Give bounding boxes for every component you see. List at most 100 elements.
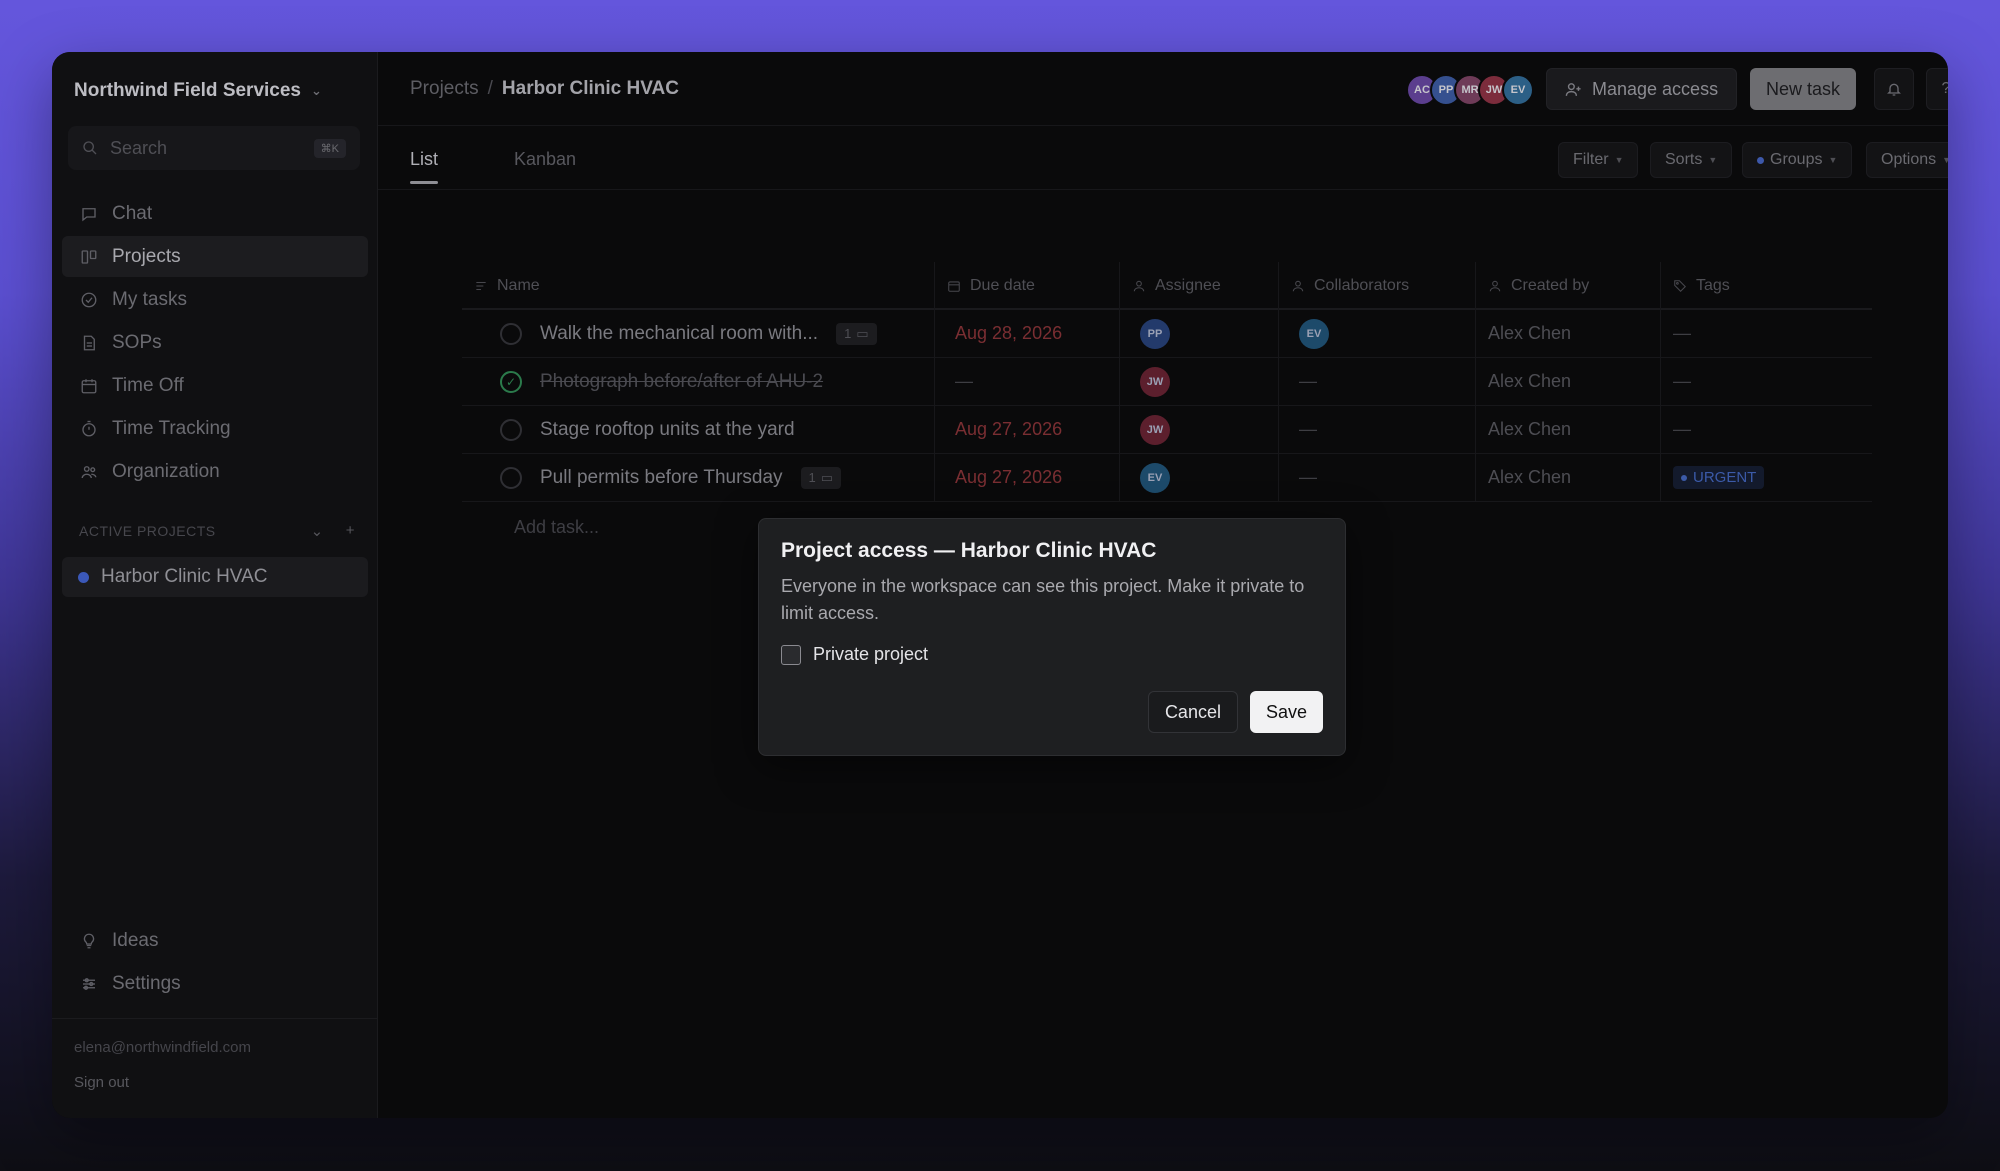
column-tags[interactable]: Tags [1661,262,1872,310]
column-assignee[interactable]: Assignee [1120,262,1279,310]
manage-access-button[interactable]: Manage access [1546,68,1738,110]
task-name[interactable]: Pull permits before Thursday [540,467,783,489]
comment-icon: ▭ [856,325,869,341]
check-circle-icon [81,292,97,307]
breadcrumb-projects[interactable]: Projects [410,78,479,100]
tab-kanban[interactable]: Kanban [514,149,576,170]
avatar[interactable]: PP [1140,318,1170,349]
table-row[interactable]: Pull permits before Thursday 1 ▭ Aug 27, 20… [462,454,1872,502]
task-name-cell[interactable]: Pull permits before Thursday 1 ▭ [462,454,935,501]
due-date-cell[interactable]: Aug 27, 2026 [935,406,1120,453]
sorts-button[interactable]: Sorts ▼ [1650,142,1733,178]
cancel-button[interactable]: Cancel [1147,691,1238,733]
sorts-label: Sorts [1665,151,1703,168]
save-button[interactable]: Save [1249,691,1323,733]
collaborators-cell[interactable]: — [1279,454,1476,501]
sidebar-item-project[interactable]: Harbor Clinic HVAC [62,557,368,597]
created-by-value: Alex Chen [1488,323,1572,343]
assignee-cell[interactable]: EV [1120,454,1279,501]
due-date-cell[interactable]: Aug 27, 2026 [935,454,1120,501]
sidebar-item-organization[interactable]: Organization [62,451,368,492]
bottom-nav: Ideas Settings [62,920,368,1006]
task-name[interactable]: Stage rooftop units at the yard [540,419,795,441]
task-name-cell[interactable]: ✓ Photograph before/after of AHU-2 [462,358,935,405]
avatar[interactable]: EV [1299,318,1329,349]
column-created-by[interactable]: Created by [1476,262,1661,310]
sidebar-item-ideas[interactable]: Ideas [62,920,368,961]
tag-label: URGENT [1693,469,1757,486]
sign-out-link[interactable]: Sign out [74,1074,355,1091]
filter-button[interactable]: Filter ▼ [1558,142,1639,178]
column-due-date[interactable]: Due date [935,262,1120,310]
sidebar-item-my-tasks[interactable]: My tasks [62,279,368,320]
avatar[interactable]: JW [1140,414,1170,445]
created-by-cell[interactable]: Alex Chen [1476,358,1661,405]
avatar[interactable]: EV [1140,462,1170,493]
member-avatars[interactable]: AC PP MR JW EV [1406,74,1534,106]
task-name[interactable]: Walk the mechanical room with... [540,323,818,345]
sidebar-item-chat[interactable]: Chat [62,193,368,234]
sidebar-footer: elena@northwindfield.com Sign out [52,1018,377,1111]
options-button[interactable]: Options ▼ [1866,142,1948,178]
task-name[interactable]: Photograph before/after of AHU-2 [540,371,823,393]
tags-cell[interactable]: — [1661,406,1872,453]
collaborators-cell[interactable]: — [1279,406,1476,453]
groups-button[interactable]: Groups ▼ [1742,142,1853,178]
comment-count-badge[interactable]: 1 ▭ [800,466,842,489]
sidebar-item-time-tracking[interactable]: Time Tracking [62,408,368,449]
task-name-cell[interactable]: Walk the mechanical room with... 1 ▭ [462,310,935,357]
sidebar-item-label: My tasks [112,288,187,310]
notifications-button[interactable] [1874,68,1914,110]
assignee-cell[interactable]: JW [1120,406,1279,453]
table-row[interactable]: ✓ Photograph before/after of AHU-2 — JW — Ale… [462,358,1872,406]
view-tabs-bar: List Kanban Filter ▼ Sorts ▼ Groups ▼ Optio… [378,126,1948,190]
comment-count: 1 [808,470,816,485]
task-complete-checkbox[interactable]: ✓ [500,370,522,393]
task-complete-checkbox[interactable] [500,322,522,345]
comment-count-badge[interactable]: 1 ▭ [836,322,877,345]
table-row[interactable]: Stage rooftop units at the yard Aug 27, 2… [462,406,1872,454]
workspace-switcher[interactable]: Northwind Field Services ⌄ [74,80,322,102]
empty-value: — [1299,371,1317,391]
sidebar-item-sops[interactable]: SOPs [62,322,368,363]
created-by-cell[interactable]: Alex Chen [1476,454,1661,501]
collaborators-cell[interactable]: — [1279,358,1476,405]
assignee-cell[interactable]: PP [1120,310,1279,357]
tags-cell[interactable]: — [1661,358,1872,405]
private-project-toggle[interactable]: Private project [781,644,1323,665]
due-date-cell[interactable]: Aug 28, 2026 [935,310,1120,357]
new-task-button[interactable]: New task [1750,68,1857,110]
sidebar-item-time-off[interactable]: Time Off [62,365,368,406]
tag-badge[interactable]: URGENT [1673,466,1765,489]
tags-cell[interactable]: URGENT [1661,454,1872,501]
task-name-cell[interactable]: Stage rooftop units at the yard [462,406,935,453]
avatar[interactable]: EV [1502,74,1534,106]
collapse-chevron-icon[interactable]: ⌄ [311,522,324,540]
search-shortcut: ⌘K [313,138,346,158]
created-by-value: Alex Chen [1488,419,1572,439]
column-name[interactable]: Name [462,262,935,310]
table-row[interactable]: Walk the mechanical room with... 1 ▭ Aug 28… [462,310,1872,358]
add-project-icon[interactable]: + [346,522,355,540]
avatar[interactable]: JW [1140,366,1170,397]
due-date-cell[interactable]: — [935,358,1120,405]
sidebar-item-label: Ideas [112,929,159,951]
project-label: Harbor Clinic HVAC [101,566,268,587]
collaborators-cell[interactable]: EV [1279,310,1476,357]
add-task-button[interactable]: Add task... [514,517,599,538]
tags-cell[interactable]: — [1661,310,1872,357]
tab-list[interactable]: List [410,149,439,184]
help-button[interactable]: ? [1926,68,1948,110]
sidebar-item-settings[interactable]: Settings [62,963,368,1004]
private-project-checkbox[interactable] [781,644,801,665]
created-by-cell[interactable]: Alex Chen [1476,406,1661,453]
search-input[interactable]: Search ⌘K [68,126,360,170]
sidebar-item-projects[interactable]: Projects [62,236,368,277]
task-complete-checkbox[interactable] [500,466,522,489]
caret-down-icon: ▼ [1708,155,1718,165]
task-complete-checkbox[interactable] [500,418,522,441]
created-by-cell[interactable]: Alex Chen [1476,310,1661,357]
assignee-cell[interactable]: JW [1120,358,1279,405]
column-collaborators[interactable]: Collaborators [1279,262,1476,310]
due-date-value: — [955,371,973,391]
